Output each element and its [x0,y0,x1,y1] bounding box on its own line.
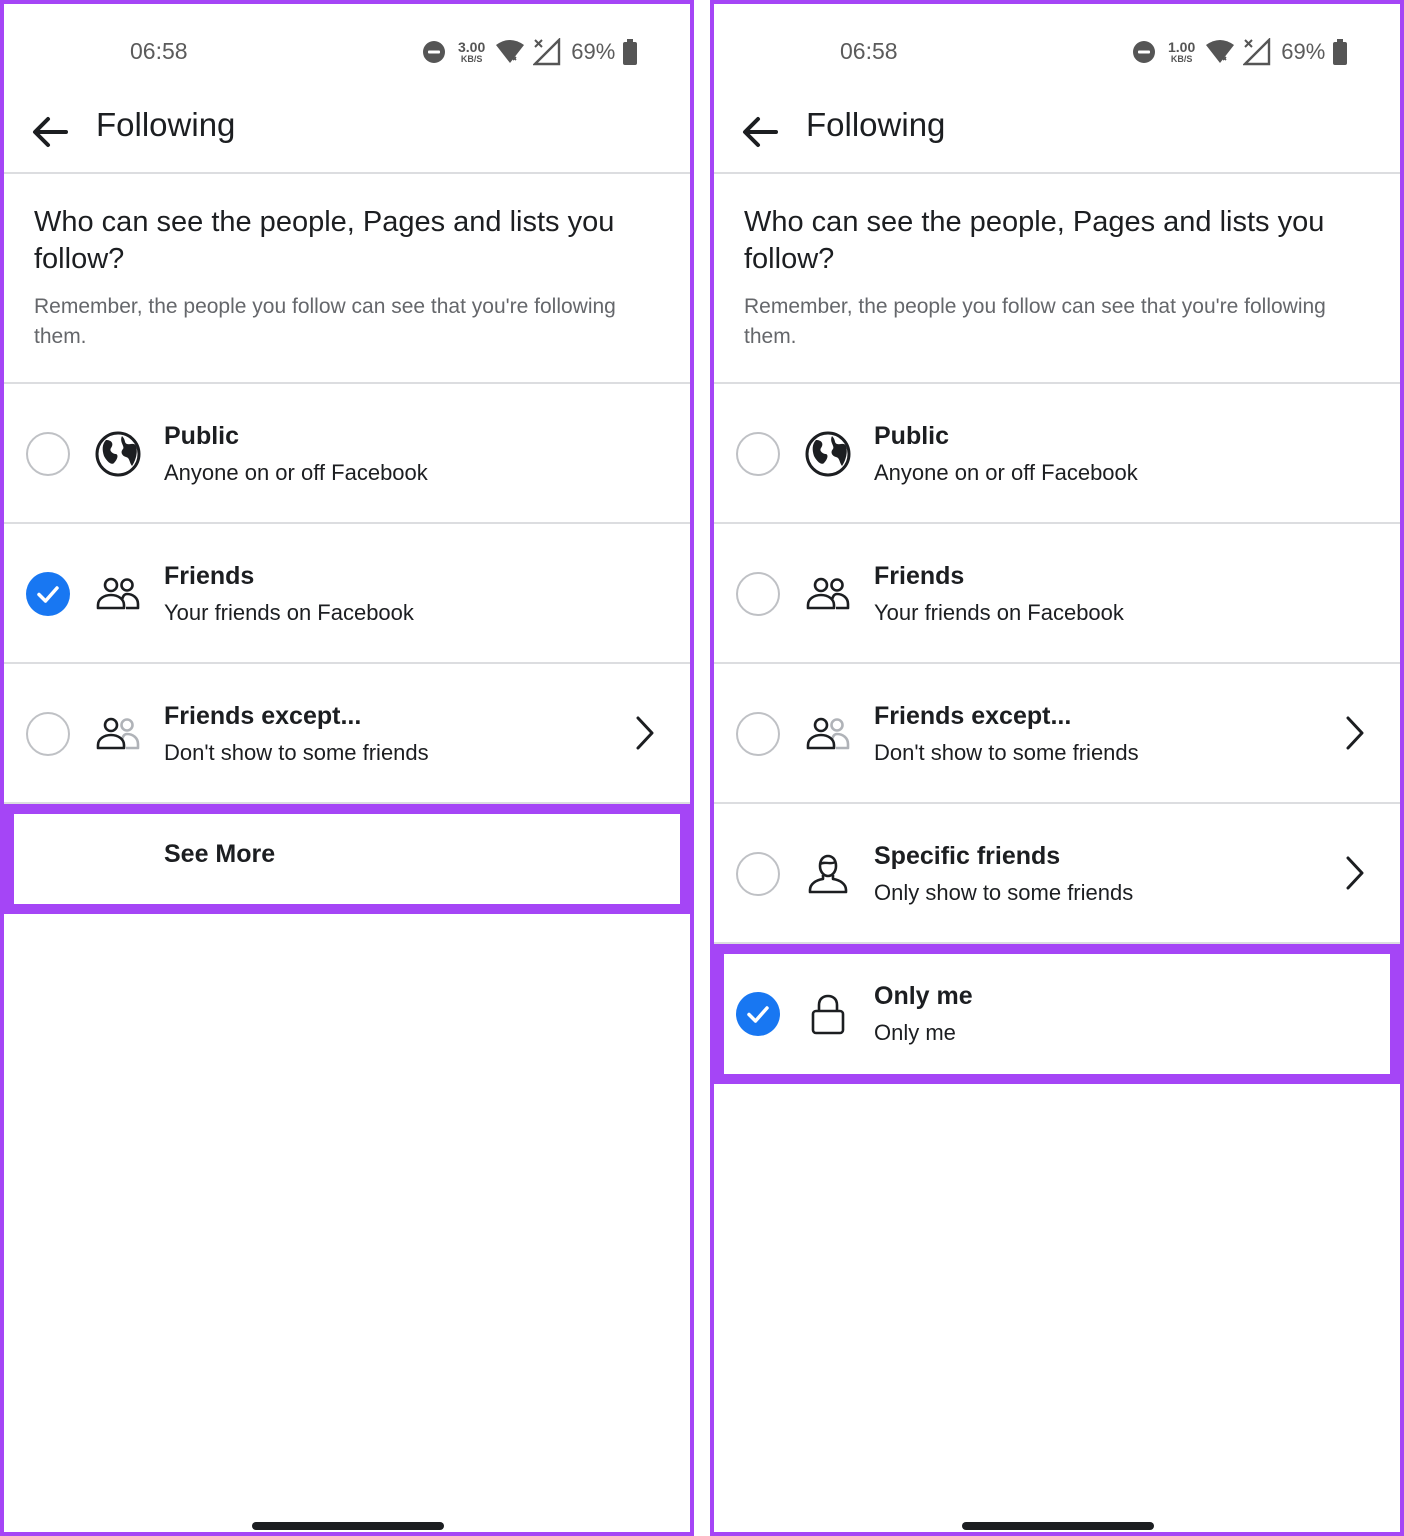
option-subtitle: Don't show to some friends [874,740,1139,765]
radio-public[interactable] [26,432,70,476]
highlight-box: See More [4,804,690,914]
option-friends[interactable]: Friends Your friends on Facebook [714,524,1400,664]
status-time: 06:58 [130,38,188,64]
status-icons: 3.00 KB/S 69% [422,34,638,70]
globe-icon [95,431,141,477]
phone-screen-left: 06:58 3.00 KB/S 69% Following Who can se… [0,0,694,1536]
wifi-icon [1206,40,1235,63]
chevron-right-icon [1346,716,1364,750]
checkmark-icon [37,586,59,603]
option-subtitle: Only show to some friends [874,880,1134,905]
battery-percent: 69% [1281,39,1326,64]
cell-signal-icon [533,38,561,66]
specific-friend-icon [808,854,848,894]
lock-icon [811,994,845,1035]
question-title: Who can see the people, Pages and lists … [744,206,1325,275]
option-subtitle: Your friends on Facebook [164,600,414,625]
option-subtitle: Your friends on Facebook [874,600,1124,625]
option-subtitle: Don't show to some friends [164,740,429,765]
wifi-icon [496,40,525,63]
network-speed: 1.00 KB/S [1168,39,1196,64]
option-subtitle: Only me [874,1020,956,1045]
chevron-right-icon [636,716,654,750]
do-not-disturb-icon [423,41,445,63]
status-icons: 1.00 KB/S 69% [1132,34,1348,70]
page-title: Following [806,106,946,143]
option-only-me[interactable]: Only me Only me [724,954,1390,1074]
option-title: Only me [874,982,973,1010]
battery-percent: 69% [571,39,616,64]
radio-friends-except[interactable] [26,712,70,756]
option-friends-except[interactable]: Friends except... Don't show to some fri… [4,664,690,804]
battery-icon [1333,39,1348,65]
highlight-box: Only me Only me [714,944,1400,1084]
radio-friends-except[interactable] [736,712,780,756]
network-speed: 3.00 KB/S [458,39,486,64]
cell-signal-icon [1243,38,1271,66]
friends-except-icon [806,717,850,750]
page-title: Following [96,106,236,143]
option-public[interactable]: Public Anyone on or off Facebook [714,384,1400,524]
battery-icon [623,39,638,65]
radio-only-me-checked[interactable] [736,992,780,1036]
phone-screen-right: 06:58 1.00 KB/S 69% Following Who can se… [710,0,1404,1536]
status-bar: 06:58 1.00 KB/S 69% [714,4,1400,100]
back-arrow-icon[interactable] [26,108,74,156]
app-bar: Following [714,100,1400,174]
option-friends[interactable]: Friends Your friends on Facebook [4,524,690,664]
option-specific-friends[interactable]: Specific friends Only show to some frien… [714,804,1400,944]
see-more-button[interactable]: See More [14,814,680,904]
friends-icon [806,577,850,610]
question-title: Who can see the people, Pages and lists … [34,206,615,275]
option-public[interactable]: Public Anyone on or off Facebook [4,384,690,524]
option-title: Public [874,422,950,450]
status-time: 06:58 [840,38,898,64]
option-subtitle: Anyone on or off Facebook [874,460,1138,485]
question-section: Who can see the people, Pages and lists … [714,174,1400,384]
option-title: Public [164,422,240,450]
home-indicator[interactable] [962,1522,1154,1530]
question-description: Remember, the people you follow can see … [744,295,1326,348]
option-title: Friends [874,562,965,590]
option-friends-except[interactable]: Friends except... Don't show to some fri… [714,664,1400,804]
friends-icon [96,577,140,610]
home-indicator[interactable] [252,1522,444,1530]
radio-friends-checked[interactable] [26,572,70,616]
app-bar: Following [4,100,690,174]
status-bar: 06:58 3.00 KB/S 69% [4,4,690,100]
radio-public[interactable] [736,432,780,476]
option-title: Friends [164,562,255,590]
option-title: Friends except... [874,702,1072,730]
option-title: Friends except... [164,702,362,730]
chevron-right-icon [1346,856,1364,890]
checkmark-icon [747,1006,769,1023]
question-section: Who can see the people, Pages and lists … [4,174,690,384]
friends-except-icon [96,717,140,750]
radio-specific-friends[interactable] [736,852,780,896]
globe-icon [805,431,851,477]
back-arrow-icon[interactable] [736,108,784,156]
do-not-disturb-icon [1133,41,1155,63]
option-subtitle: Anyone on or off Facebook [164,460,428,485]
question-description: Remember, the people you follow can see … [34,295,616,348]
radio-friends[interactable] [736,572,780,616]
option-title: Specific friends [874,842,1061,870]
see-more-label: See More [164,840,276,868]
